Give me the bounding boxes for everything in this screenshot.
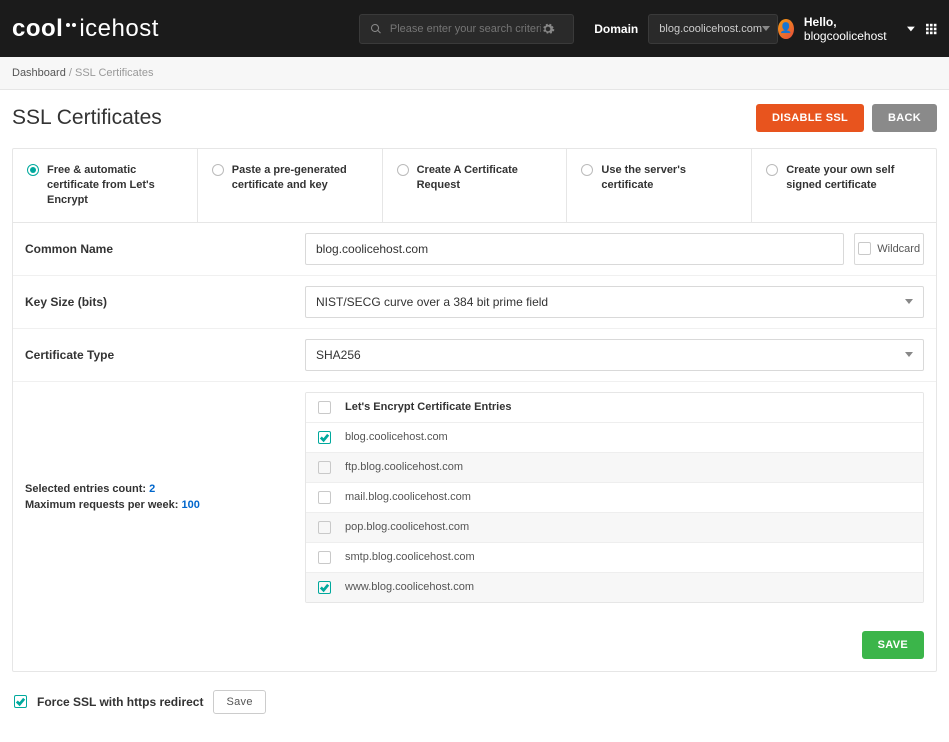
entry-domain: pop.blog.coolicehost.com — [345, 521, 469, 533]
tab-paste-cert[interactable]: Paste a pre-generated certificate and ke… — [198, 149, 383, 222]
max-value: 100 — [182, 499, 200, 511]
header-right: 👤 Hello, blogcoolicehost — [778, 15, 937, 43]
entries-side-info: Selected entries count: 2 Maximum reques… — [25, 392, 305, 603]
chevron-down-icon — [905, 299, 913, 304]
input-common-name[interactable] — [305, 233, 844, 265]
entry-row[interactable]: mail.blog.coolicehost.com — [306, 483, 923, 513]
user-menu-caret-icon[interactable] — [907, 24, 915, 34]
entry-domain: smtp.blog.coolicehost.com — [345, 551, 475, 563]
force-ssl-save-button[interactable]: Save — [213, 690, 265, 714]
tab-create-csr[interactable]: Create A Certificate Request — [383, 149, 568, 222]
selected-value: 2 — [149, 483, 155, 495]
entry-domain: blog.coolicehost.com — [345, 431, 448, 443]
search-input[interactable] — [390, 23, 541, 35]
entry-checkbox[interactable] — [318, 431, 331, 444]
breadcrumb-sep: / — [66, 67, 75, 79]
breadcrumb-root[interactable]: Dashboard — [12, 67, 66, 79]
gear-icon[interactable] — [541, 22, 555, 36]
search-box[interactable] — [359, 14, 574, 44]
entry-domain: ftp.blog.coolicehost.com — [345, 461, 463, 473]
tab-label: Paste a pre-generated certificate and ke… — [232, 163, 368, 193]
label-common-name: Common Name — [25, 242, 305, 256]
domain-value: blog.coolicehost.com — [659, 23, 762, 35]
ssl-panel: Free & automatic certificate from Let's … — [12, 148, 937, 672]
greeting: Hello, blogcoolicehost — [804, 15, 897, 43]
entry-row[interactable]: blog.coolicehost.com — [306, 423, 923, 453]
row-common-name: Common Name Wildcard — [13, 223, 936, 276]
row-cert-type: Certificate Type SHA256 — [13, 329, 936, 382]
entry-row[interactable]: smtp.blog.coolicehost.com — [306, 543, 923, 573]
disable-ssl-button[interactable]: DISABLE SSL — [756, 104, 864, 132]
chevron-down-icon — [905, 352, 913, 357]
tab-lets-encrypt[interactable]: Free & automatic certificate from Let's … — [13, 149, 198, 222]
wildcard-label: Wildcard — [877, 243, 920, 255]
entries-header-label: Let's Encrypt Certificate Entries — [345, 401, 511, 413]
selected-label: Selected entries count: — [25, 483, 149, 495]
chevron-down-icon — [762, 26, 770, 31]
entry-row[interactable]: pop.blog.coolicehost.com — [306, 513, 923, 543]
save-button[interactable]: SAVE — [862, 631, 924, 659]
cert-mode-tabs: Free & automatic certificate from Let's … — [13, 149, 936, 223]
apps-grid-icon[interactable] — [925, 21, 938, 37]
force-ssl-row: Force SSL with https redirect Save — [12, 690, 937, 728]
entry-checkbox[interactable] — [318, 551, 331, 564]
select-value: NIST/SECG curve over a 384 bit prime fie… — [316, 295, 548, 309]
select-value: SHA256 — [316, 348, 361, 362]
page-title: SSL Certificates — [12, 106, 162, 130]
app-header: coolicehost Domain blog.coolicehost.com … — [0, 0, 949, 57]
entry-checkbox[interactable] — [318, 521, 331, 534]
back-button[interactable]: BACK — [872, 104, 937, 132]
entry-domain: www.blog.coolicehost.com — [345, 581, 474, 593]
force-ssl-label: Force SSL with https redirect — [37, 695, 203, 709]
radio-icon — [766, 164, 778, 176]
row-key-size: Key Size (bits) NIST/SECG curve over a 3… — [13, 276, 936, 329]
tab-label: Use the server's certificate — [601, 163, 737, 193]
entry-row[interactable]: www.blog.coolicehost.com — [306, 573, 923, 602]
domain-label: Domain — [594, 22, 638, 36]
tab-self-signed[interactable]: Create your own self signed certificate — [752, 149, 936, 222]
logo-bold: cool — [12, 15, 63, 43]
radio-icon — [212, 164, 224, 176]
entries-table: Let's Encrypt Certificate Entries blog.co… — [305, 392, 924, 603]
entry-row[interactable]: ftp.blog.coolicehost.com — [306, 453, 923, 483]
radio-icon — [581, 164, 593, 176]
breadcrumb-current: SSL Certificates — [75, 67, 153, 79]
force-ssl-checkbox[interactable] — [14, 695, 27, 708]
entry-checkbox[interactable] — [318, 581, 331, 594]
wildcard-toggle[interactable]: Wildcard — [854, 233, 924, 265]
logo-light: host — [112, 15, 159, 43]
entry-domain: mail.blog.coolicehost.com — [345, 491, 471, 503]
label-cert-type: Certificate Type — [25, 348, 305, 362]
greeting-user: blogcoolicehost — [804, 29, 887, 43]
tab-server-cert[interactable]: Use the server's certificate — [567, 149, 752, 222]
select-key-size[interactable]: NIST/SECG curve over a 384 bit prime fie… — [305, 286, 924, 318]
radio-icon — [27, 164, 39, 176]
brand-logo: coolicehost — [12, 15, 159, 43]
entries-header-row: Let's Encrypt Certificate Entries — [306, 393, 923, 423]
page-head: SSL Certificates DISABLE SSL BACK — [12, 104, 937, 132]
entry-checkbox[interactable] — [318, 491, 331, 504]
max-label: Maximum requests per week: — [25, 499, 182, 511]
entry-checkbox[interactable] — [318, 461, 331, 474]
select-cert-type[interactable]: SHA256 — [305, 339, 924, 371]
logo-dots-icon — [66, 23, 70, 27]
search-icon — [370, 23, 382, 35]
tab-label: Create your own self signed certificate — [786, 163, 922, 193]
tab-label: Create A Certificate Request — [417, 163, 553, 193]
radio-icon — [397, 164, 409, 176]
domain-select[interactable]: blog.coolicehost.com — [648, 14, 778, 44]
panel-footer: SAVE — [13, 619, 936, 671]
greeting-prefix: Hello, — [804, 15, 837, 29]
tab-label: Free & automatic certificate from Let's … — [47, 163, 183, 208]
label-key-size: Key Size (bits) — [25, 295, 305, 309]
breadcrumb: Dashboard / SSL Certificates — [0, 57, 949, 90]
avatar[interactable]: 👤 — [778, 19, 794, 39]
select-all-checkbox[interactable] — [318, 401, 331, 414]
row-entries: Selected entries count: 2 Maximum reques… — [13, 382, 936, 619]
checkbox-icon — [858, 242, 871, 255]
